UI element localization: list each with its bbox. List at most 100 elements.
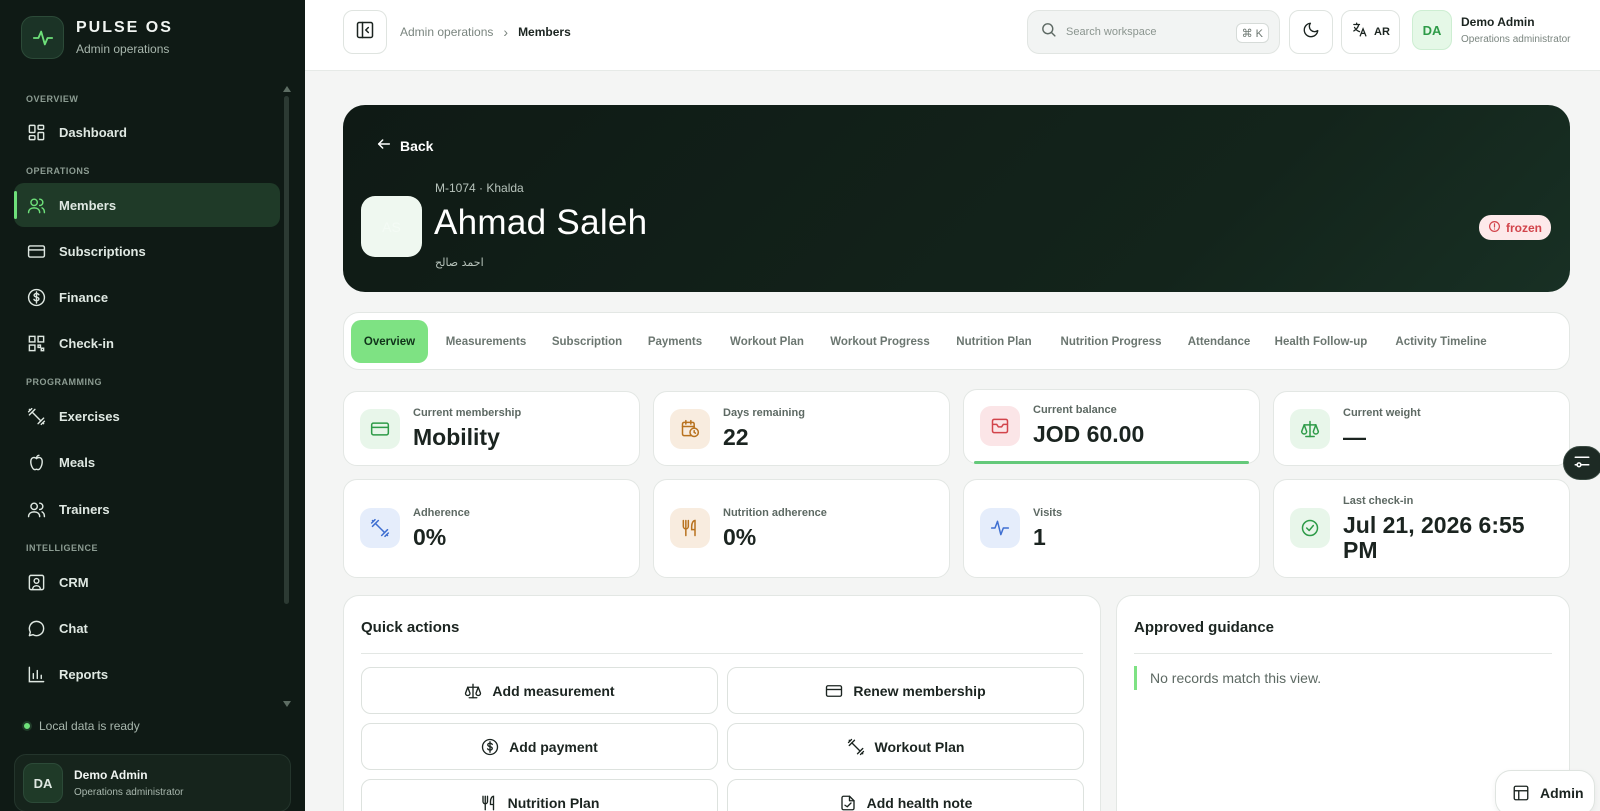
nav-section-operations: Operations: [26, 166, 90, 176]
brand-title: PULSE OS: [76, 19, 173, 36]
add-measurement-button[interactable]: Add measurement: [361, 667, 718, 714]
topbar-user[interactable]: DA Demo Admin Operations administrator: [1412, 10, 1571, 50]
layout-icon: [1512, 784, 1530, 802]
scroll-down-arrow[interactable]: [283, 701, 291, 707]
breadcrumb-admin-operations[interactable]: Admin operations: [400, 25, 493, 39]
divider: [361, 653, 1083, 654]
sidebar-item-exercises[interactable]: Exercises: [14, 394, 280, 438]
tab-overview[interactable]: Overview: [351, 320, 428, 363]
search-input[interactable]: [1066, 26, 1226, 38]
wallet-icon: [980, 406, 1020, 446]
dumbbell-icon: [847, 738, 865, 756]
tab-attendance[interactable]: Attendance: [1179, 320, 1259, 363]
tab-measurements[interactable]: Measurements: [436, 320, 536, 363]
sidebar-item-reports[interactable]: Reports: [14, 652, 280, 696]
user-role: Operations administrator: [74, 787, 184, 798]
contact-icon: [26, 572, 46, 592]
theme-toggle-button[interactable]: [1289, 10, 1333, 54]
tab-subscription[interactable]: Subscription: [542, 320, 632, 363]
user-name: Demo Admin: [74, 768, 148, 782]
sidebar-item-dashboard[interactable]: Dashboard: [14, 110, 280, 154]
stat-value: JOD 60.00: [1033, 421, 1145, 447]
button-label: Add health note: [866, 794, 973, 811]
tab-nutrition-progress[interactable]: Nutrition Progress: [1050, 320, 1172, 363]
brand[interactable]: PULSE OS Admin operations: [21, 16, 173, 59]
button-label: Nutrition Plan: [507, 794, 600, 811]
admin-label: Admin: [1540, 785, 1584, 801]
stat-label: Days remaining: [723, 407, 805, 419]
nav-section-overview: Overview: [26, 94, 79, 104]
apple-icon: [26, 452, 46, 472]
sidebar-item-subscriptions[interactable]: Subscriptions: [14, 229, 280, 273]
chevron-right-icon: ›: [503, 24, 509, 40]
nutrition-plan-button[interactable]: Nutrition Plan: [361, 779, 718, 811]
bar-chart-icon: [26, 664, 46, 684]
sidebar-item-label: Dashboard: [59, 124, 127, 140]
sidebar-item-label: Check-in: [59, 335, 114, 351]
card-icon: [26, 241, 46, 261]
stat-value: —: [1343, 424, 1366, 450]
breadcrumb: Admin operations › Members: [400, 24, 571, 40]
renew-membership-button[interactable]: Renew membership: [727, 667, 1084, 714]
sidebar-item-label: Subscriptions: [59, 243, 146, 259]
back-button[interactable]: Back: [376, 136, 433, 155]
collapse-sidebar-button[interactable]: [343, 10, 387, 54]
tab-activity-timeline[interactable]: Activity Timeline: [1383, 320, 1499, 363]
admin-mode-button[interactable]: Admin: [1495, 770, 1595, 811]
sidebar-item-label: Members: [59, 197, 117, 213]
search-icon: [1040, 21, 1057, 43]
sidebar-item-crm[interactable]: CRM: [14, 560, 280, 604]
floating-tools-button[interactable]: [1563, 446, 1600, 480]
dumbbell-icon: [360, 508, 400, 548]
tab-workout-progress[interactable]: Workout Progress: [822, 320, 938, 363]
breadcrumb-members: Members: [518, 25, 571, 39]
sidebar-item-label: Reports: [59, 666, 109, 682]
avatar: DA: [1412, 10, 1452, 50]
add-payment-button[interactable]: Add payment: [361, 723, 718, 770]
button-label: Add payment: [509, 738, 598, 755]
sidebar-item-label: Trainers: [59, 501, 110, 517]
utensils-icon: [670, 508, 710, 548]
tab-workout-plan[interactable]: Workout Plan: [719, 320, 815, 363]
member-tabs: Overview Measurements Subscription Payme…: [343, 312, 1570, 370]
users-icon: [26, 195, 46, 215]
tab-nutrition-plan[interactable]: Nutrition Plan: [945, 320, 1043, 363]
member-name-arabic: احمد صالح: [435, 256, 484, 269]
back-label: Back: [400, 137, 434, 154]
sidebar: PULSE OS Admin operations Overview Dashb…: [0, 0, 305, 811]
button-label: Workout Plan: [874, 738, 965, 755]
nav-section-intelligence: Intelligence: [26, 543, 99, 553]
stat-value: 0%: [723, 524, 757, 550]
button-label: Renew membership: [853, 682, 986, 699]
stat-value: 22: [723, 424, 749, 450]
users-icon: [26, 499, 46, 519]
utensils-icon: [480, 794, 498, 811]
stat-card-current-balance: Current balance JOD 60.00: [963, 389, 1260, 464]
language-button[interactable]: AR: [1341, 10, 1400, 54]
quick-actions-panel: Quick actions Add measurement Renew memb…: [343, 595, 1101, 811]
sidebar-item-check-in[interactable]: Check-in: [14, 321, 280, 365]
sidebar-item-trainers[interactable]: Trainers: [14, 487, 280, 531]
stat-card-visits: Visits 1: [963, 479, 1260, 578]
sidebar-item-members[interactable]: Members: [14, 183, 280, 227]
quick-actions-title: Quick actions: [361, 619, 460, 636]
stat-value: 1: [1033, 524, 1046, 550]
user-role: Operations administrator: [1461, 34, 1571, 45]
sidebar-item-chat[interactable]: Chat: [14, 606, 280, 650]
status-dot-icon: [22, 721, 32, 731]
user-name: Demo Admin: [1461, 15, 1535, 29]
sidebar-user-card[interactable]: DA Demo Admin Operations administrator: [14, 754, 291, 811]
sidebar-scrollbar[interactable]: [284, 96, 289, 604]
sidebar-item-meals[interactable]: Meals: [14, 440, 280, 484]
search-box[interactable]: ⌘ K: [1027, 10, 1280, 54]
workout-plan-button[interactable]: Workout Plan: [727, 723, 1084, 770]
sidebar-item-label: Exercises: [59, 408, 120, 424]
tab-health-follow-up[interactable]: Health Follow-up: [1266, 320, 1376, 363]
sidebar-item-finance[interactable]: Finance: [14, 275, 280, 319]
arrow-left-icon: [376, 136, 392, 155]
add-health-note-button[interactable]: Add health note: [727, 779, 1084, 811]
scroll-up-arrow[interactable]: [283, 86, 291, 92]
stat-value: Jul 21, 2026 6:55 PM: [1343, 512, 1525, 564]
tab-payments[interactable]: Payments: [638, 320, 712, 363]
qr-icon: [26, 333, 46, 353]
